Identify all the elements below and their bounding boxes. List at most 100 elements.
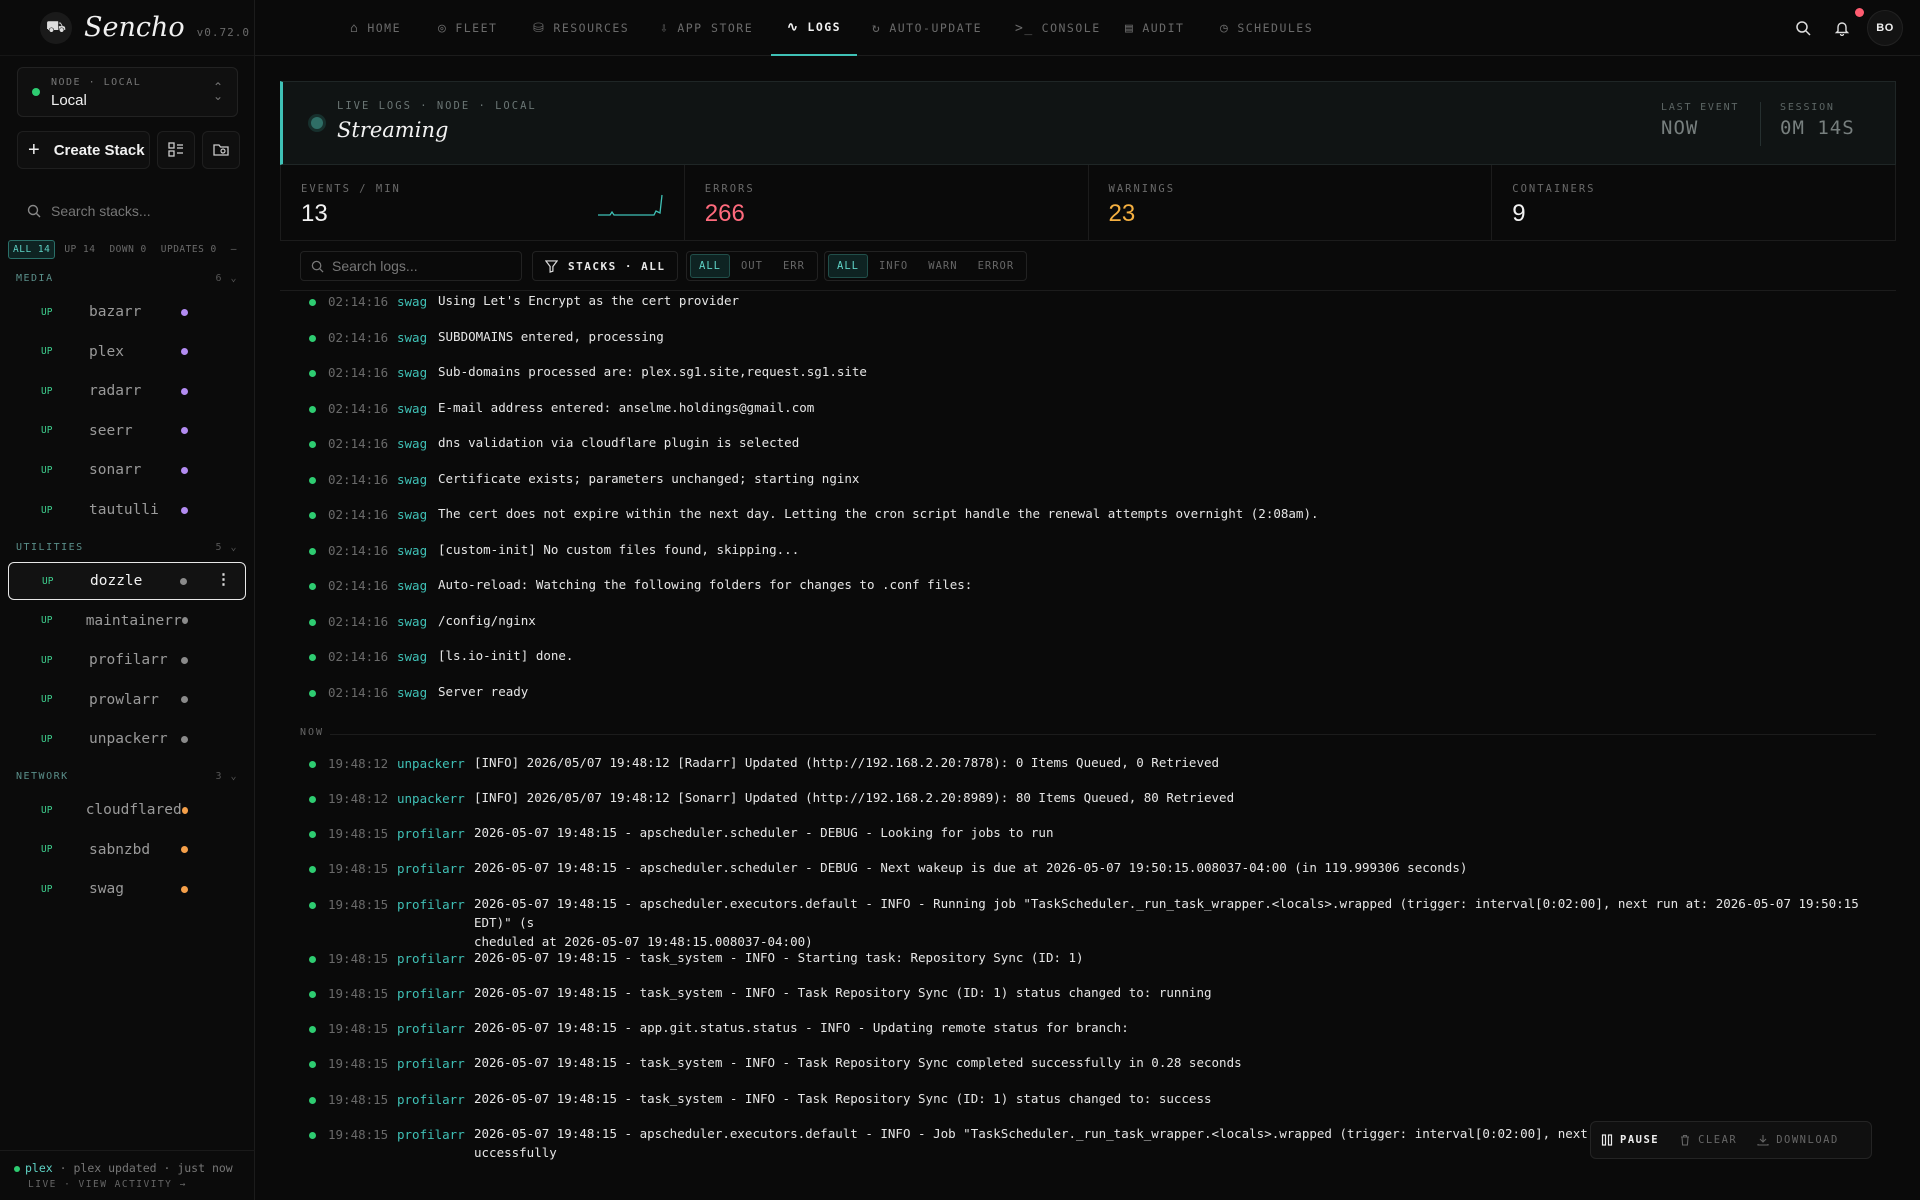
log-source[interactable]: swag (397, 330, 427, 345)
log-source[interactable]: swag (397, 401, 427, 416)
log-source[interactable]: profilarr (397, 1127, 465, 1142)
stack-item-dozzle[interactable]: UP dozzle ⋮ (8, 562, 246, 600)
nav-audit[interactable]: ▤ AUDIT (1125, 0, 1184, 56)
more-options-icon[interactable]: ⋮ (216, 572, 231, 588)
stack-filter-chip[interactable]: UPDATES 0 (156, 240, 222, 259)
log-source[interactable]: swag (397, 614, 427, 629)
logo-icon[interactable]: ⛟ (40, 11, 72, 44)
nav-app-store[interactable]: ⇩ APP STORE (660, 0, 753, 56)
nav-auto-update[interactable]: ↻ AUTO-UPDATE (872, 0, 982, 56)
stack-filter-chip[interactable]: — (226, 240, 242, 259)
log-source[interactable]: unpackerr (397, 791, 465, 806)
stack-filter-chip[interactable]: UP 14 (59, 240, 100, 259)
activity-text: · plex updated · just now (52, 1161, 233, 1175)
stack-filter-chips: ALL 14 UP 14 DOWN 0 UPDATES 0— (8, 240, 242, 259)
log-source[interactable]: profilarr (397, 1021, 465, 1036)
log-source[interactable]: swag (397, 507, 427, 522)
stack-status: UP (41, 464, 53, 476)
log-source[interactable]: profilarr (397, 861, 465, 876)
avatar[interactable]: BO (1867, 10, 1903, 46)
stack-item-swag[interactable]: UP swag (8, 870, 246, 908)
nav-home[interactable]: ⌂ HOME (350, 0, 401, 56)
nav-logs[interactable]: ∿ LOGS (771, 0, 858, 56)
log-source[interactable]: swag (397, 436, 427, 451)
create-stack-button[interactable]: + Create Stack (17, 131, 150, 169)
group-color-dot (181, 387, 188, 395)
stack-item-cloudflared[interactable]: UP cloudflared (8, 791, 246, 829)
stack-item-plex[interactable]: UP plex (8, 333, 246, 371)
level-option-warn[interactable]: WARN (919, 254, 966, 278)
log-timestamp: 19:48:15 (328, 986, 389, 1001)
node-value: Local (51, 92, 87, 109)
activity-stack[interactable]: plex (25, 1161, 53, 1175)
log-message: 2026-05-07 19:48:15 - app.git.status.sta… (474, 1020, 1129, 1035)
stack-item-bazarr[interactable]: UP bazarr (8, 293, 246, 331)
nav-console[interactable]: >_ CONSOLE (1015, 0, 1101, 56)
log-level-dot (309, 1061, 316, 1068)
group-header[interactable]: NETWORK 3 ⌄ (16, 771, 238, 782)
stream-status-title: Streaming (337, 118, 449, 142)
log-source[interactable]: profilarr (397, 897, 465, 912)
resources-icon: ⛁ (533, 20, 546, 36)
log-level-dot (309, 902, 316, 909)
clear-button[interactable]: CLEAR (1669, 1134, 1747, 1146)
log-source[interactable]: swag (397, 472, 427, 487)
log-source[interactable]: swag (397, 294, 427, 309)
stack-item-radarr[interactable]: UP radarr (8, 372, 246, 410)
stack-item-maintainerr[interactable]: UP maintainerr (8, 602, 246, 640)
stream-option-out[interactable]: OUT (732, 254, 772, 278)
log-source[interactable]: profilarr (397, 1092, 465, 1107)
stack-item-sabnzbd[interactable]: UP sabnzbd (8, 831, 246, 869)
stream-option-all[interactable]: ALL (690, 254, 730, 278)
nav-fleet[interactable]: ◎ FLEET (438, 0, 497, 56)
stack-item-profilarr[interactable]: UP profilarr (8, 641, 246, 679)
node-selector[interactable]: NODE · LOCAL Local ⌃ ⌄ (17, 67, 238, 117)
log-source[interactable]: swag (397, 543, 427, 558)
log-source[interactable]: profilarr (397, 826, 465, 841)
log-source[interactable]: swag (397, 649, 427, 664)
nav-label: AUTO-UPDATE (889, 21, 982, 35)
level-option-info[interactable]: INFO (870, 254, 917, 278)
folder-search-button[interactable] (202, 131, 240, 169)
log-source[interactable]: profilarr (397, 951, 465, 966)
log-timestamp: 02:14:16 (328, 436, 389, 451)
log-source[interactable]: profilarr (397, 1056, 465, 1071)
stack-filter-chip[interactable]: ALL 14 (8, 240, 56, 259)
group-count: 5 ⌄ (215, 542, 238, 553)
nav-resources[interactable]: ⛁ RESOURCES (533, 0, 629, 56)
group-header[interactable]: MEDIA 6 ⌄ (16, 273, 238, 284)
log-timestamp: 02:14:16 (328, 613, 389, 629)
search-button[interactable] (1790, 15, 1816, 41)
log-search-input[interactable] (332, 258, 512, 274)
stack-item-tautulli[interactable]: UP tautulli (8, 491, 246, 529)
log-source[interactable]: swag (397, 685, 427, 700)
log-timestamp: 19:48:12 (328, 791, 389, 806)
nav-schedules[interactable]: ◷ SCHEDULES (1220, 0, 1313, 56)
view-activity-link[interactable]: LIVE · VIEW ACTIVITY → (14, 1179, 241, 1190)
stack-search-input[interactable] (51, 203, 221, 219)
download-button[interactable]: DOWNLOAD (1747, 1134, 1849, 1146)
log-source[interactable]: swag (397, 578, 427, 593)
group-header[interactable]: UTILITIES 5 ⌄ (16, 542, 238, 553)
notifications-button[interactable] (1829, 15, 1855, 41)
stacks-filter-button[interactable]: STACKS · ALL (532, 251, 679, 281)
log-source[interactable]: swag (397, 365, 427, 380)
metric-containers: CONTAINERS 9 (1492, 165, 1895, 240)
level-option-all[interactable]: ALL (828, 254, 868, 278)
grid-view-button[interactable] (157, 131, 195, 169)
log-message: Sub-domains processed are: plex.sg1.site… (438, 364, 867, 379)
stack-item-seerr[interactable]: UP seerr (8, 412, 246, 450)
stack-item-prowlarr[interactable]: UP prowlarr (8, 681, 246, 719)
stack-item-sonarr[interactable]: UP sonarr (8, 451, 246, 489)
log-source[interactable]: unpackerr (397, 756, 465, 771)
stack-filter-chip[interactable]: DOWN 0 (104, 240, 151, 259)
stack-item-unpackerr[interactable]: UP unpackerr (8, 720, 246, 758)
stream-option-err[interactable]: ERR (774, 254, 814, 278)
level-option-error[interactable]: ERROR (969, 254, 1024, 278)
trash-icon (1681, 1134, 1690, 1146)
metric-errors: ERRORS 266 (685, 165, 1089, 240)
pause-button[interactable]: PAUSE (1591, 1134, 1669, 1146)
log-source[interactable]: profilarr (397, 986, 465, 1001)
stack-status: UP (41, 306, 53, 318)
log-level-dot (309, 334, 316, 342)
